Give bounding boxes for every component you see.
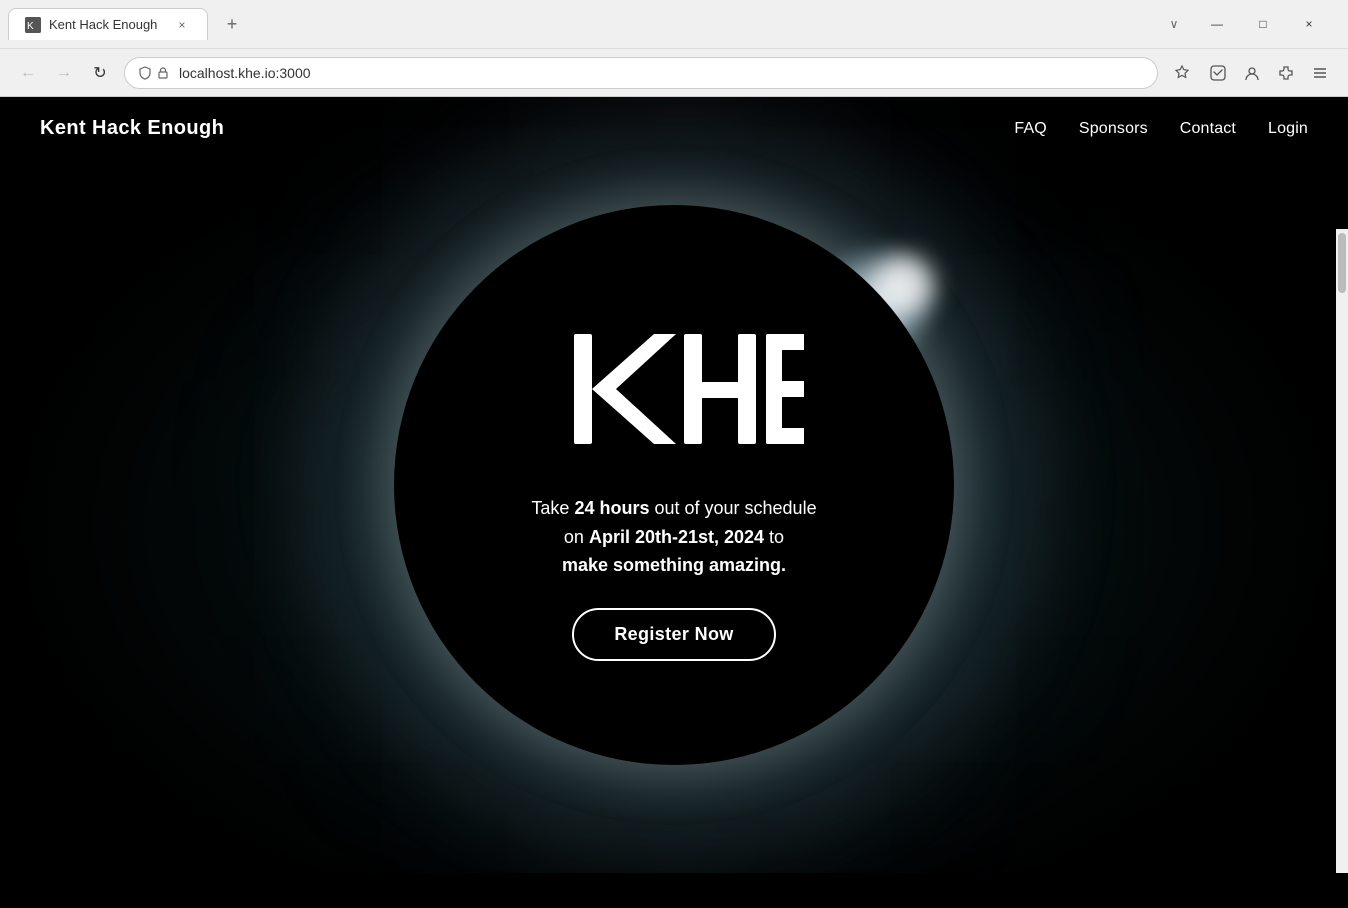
- tab-favicon: K: [25, 17, 41, 33]
- refresh-button[interactable]: ↻: [84, 57, 116, 89]
- tab-close-button[interactable]: ×: [173, 16, 191, 34]
- forward-button[interactable]: →: [48, 57, 80, 89]
- website-content: Kent Hack Enough FAQ Sponsors Contact Lo…: [0, 97, 1348, 873]
- nav-sponsors[interactable]: Sponsors: [1079, 120, 1148, 138]
- tagline-part2: out of your schedule: [649, 498, 816, 518]
- tagline-hours: 24 hours: [574, 498, 649, 518]
- scrollbar-thumb[interactable]: [1338, 233, 1346, 293]
- tagline-part4: to: [764, 527, 784, 547]
- nav-login[interactable]: Login: [1268, 120, 1308, 138]
- address-text: localhost.khe.io:3000: [179, 65, 1145, 81]
- active-tab[interactable]: K Kent Hack Enough ×: [8, 8, 208, 40]
- scrollbar[interactable]: [1336, 229, 1348, 873]
- shield-icon: [137, 65, 153, 81]
- tagline-part1: Take: [531, 498, 574, 518]
- browser-chrome: K Kent Hack Enough × + ∨ — □ × ← → ↻: [0, 0, 1348, 97]
- tagline-date: April 20th-21st, 2024: [589, 527, 764, 547]
- profile-button[interactable]: [1236, 57, 1268, 89]
- pocket-icon[interactable]: [1202, 57, 1234, 89]
- register-button[interactable]: Register Now: [572, 608, 775, 661]
- close-button[interactable]: ×: [1286, 8, 1332, 40]
- tagline-part3: on: [564, 527, 589, 547]
- tab-overflow-button[interactable]: ∨: [1158, 8, 1190, 40]
- back-button[interactable]: ←: [12, 57, 44, 89]
- address-bar[interactable]: localhost.khe.io:3000: [124, 57, 1158, 89]
- window-controls: — □ ×: [1194, 8, 1332, 40]
- menu-button[interactable]: [1304, 57, 1336, 89]
- nav-contact[interactable]: Contact: [1180, 120, 1236, 138]
- hero-tagline: Take 24 hours out of your schedule on Ap…: [531, 494, 816, 580]
- site-navigation: Kent Hack Enough FAQ Sponsors Contact Lo…: [0, 97, 1348, 160]
- address-icons: [137, 65, 171, 81]
- maximize-button[interactable]: □: [1240, 8, 1286, 40]
- extensions-button[interactable]: [1270, 57, 1302, 89]
- toolbar-icons: [1202, 57, 1336, 89]
- tagline-cta: make something amazing.: [562, 555, 786, 575]
- nav-links: FAQ Sponsors Contact Login: [1014, 120, 1308, 138]
- nav-faq[interactable]: FAQ: [1014, 120, 1047, 138]
- minimize-button[interactable]: —: [1194, 8, 1240, 40]
- title-bar: K Kent Hack Enough × + ∨ — □ ×: [0, 0, 1348, 48]
- lock-icon: [155, 65, 171, 81]
- tab-label: Kent Hack Enough: [49, 17, 165, 32]
- eclipse-moon: Take 24 hours out of your schedule on Ap…: [394, 205, 954, 765]
- svg-text:K: K: [27, 21, 34, 32]
- khe-logo: [544, 309, 804, 474]
- new-tab-button[interactable]: +: [216, 8, 248, 40]
- site-logo[interactable]: Kent Hack Enough: [40, 117, 224, 140]
- bookmark-button[interactable]: [1166, 57, 1198, 89]
- address-bar-row: ← → ↻ localhost.khe.io:3000: [0, 48, 1348, 96]
